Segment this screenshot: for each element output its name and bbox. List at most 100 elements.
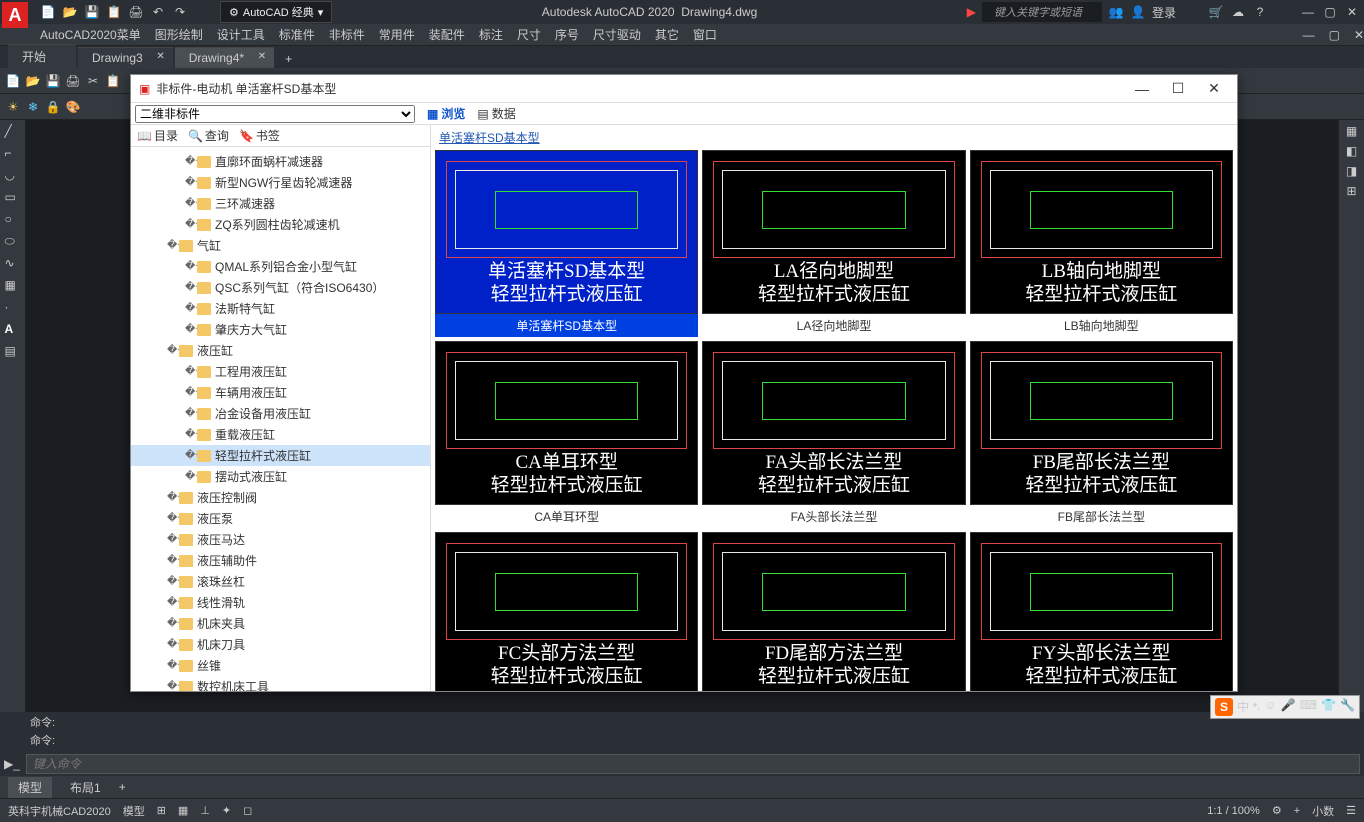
- menu-item[interactable]: 尺寸驱动: [593, 26, 641, 43]
- menu-item[interactable]: 装配件: [429, 26, 465, 43]
- tree-item[interactable]: �+液压辅助件: [131, 550, 430, 571]
- gallery-item[interactable]: FA头部长法兰型轻型拉杆式液压缸FA头部长法兰型: [702, 341, 965, 528]
- tree-item[interactable]: �+机床夹具: [131, 613, 430, 634]
- tree-item[interactable]: �+滚珠丝杠: [131, 571, 430, 592]
- doc-max-icon[interactable]: ▢: [1329, 28, 1340, 42]
- dialog-close-icon[interactable]: ✕: [1199, 80, 1229, 97]
- table-icon[interactable]: ▤: [5, 344, 21, 360]
- gear-icon[interactable]: ⚙: [1268, 802, 1286, 819]
- tool-icon[interactable]: 💾: [44, 72, 62, 90]
- close-icon[interactable]: ✕: [258, 51, 266, 62]
- category-dropdown[interactable]: 二维非标件: [135, 105, 415, 123]
- menu-item[interactable]: 窗口: [693, 26, 717, 43]
- tab-start[interactable]: 开始: [8, 44, 76, 68]
- tool-icon[interactable]: 🖨: [64, 72, 82, 90]
- command-input[interactable]: [26, 754, 1360, 774]
- help-icon[interactable]: ?: [1252, 4, 1268, 20]
- plus-icon[interactable]: +: [285, 52, 292, 66]
- ortho-icon[interactable]: ⊥: [196, 802, 214, 819]
- tree-item[interactable]: �+丝锥: [131, 655, 430, 676]
- tool-icon[interactable]: 📄: [4, 72, 22, 90]
- workspace-dropdown[interactable]: ⚙ AutoCAD 经典 ▾: [220, 1, 332, 23]
- tree-item[interactable]: �+直廓环面蜗杆减速器: [131, 151, 430, 172]
- tree-item[interactable]: �+车辆用液压缸: [131, 382, 430, 403]
- dialog-min-icon[interactable]: —: [1127, 81, 1157, 97]
- menu-item[interactable]: 设计工具: [217, 26, 265, 43]
- ellipse-icon[interactable]: ⬭: [5, 234, 21, 250]
- gallery-item[interactable]: 单活塞杆SD基本型轻型拉杆式液压缸单活塞杆SD基本型: [435, 150, 698, 337]
- arc-icon[interactable]: ◡: [5, 168, 21, 184]
- osnap-icon[interactable]: ◻: [239, 802, 256, 819]
- menu-icon[interactable]: ☰: [1342, 802, 1360, 819]
- spline-icon[interactable]: ∿: [5, 256, 21, 272]
- polyline-icon[interactable]: ⌐: [5, 146, 21, 162]
- app-logo[interactable]: A: [2, 2, 28, 28]
- model-tab[interactable]: 模型: [8, 777, 52, 798]
- tree-item[interactable]: �+机床刀具: [131, 634, 430, 655]
- search-tab[interactable]: 🔍 查询: [188, 127, 229, 144]
- ime-keyboard-icon[interactable]: ⌨: [1300, 698, 1317, 716]
- text-icon[interactable]: A: [5, 322, 21, 338]
- tool-icon[interactable]: ⊞: [1346, 184, 1356, 198]
- gallery-item[interactable]: FB尾部长法兰型轻型拉杆式液压缸FB尾部长法兰型: [970, 341, 1233, 528]
- tree-item[interactable]: �+液压控制阀: [131, 487, 430, 508]
- browse-tab[interactable]: ▦ 浏览: [427, 105, 465, 122]
- redo-icon[interactable]: ↷: [172, 4, 188, 20]
- tree-item[interactable]: �+肇庆方大气缸: [131, 319, 430, 340]
- max-icon[interactable]: ▢: [1322, 4, 1338, 20]
- gallery-item[interactable]: FC头部方法兰型轻型拉杆式液压缸FC头部方法兰型: [435, 532, 698, 691]
- circle-icon[interactable]: ○: [5, 212, 21, 228]
- ime-punct-icon[interactable]: •,: [1253, 698, 1261, 716]
- tool-icon[interactable]: ✂: [84, 72, 102, 90]
- snap-icon[interactable]: ▦: [174, 802, 192, 819]
- print-icon[interactable]: 🖨: [128, 4, 144, 20]
- gallery-item[interactable]: LB轴向地脚型轻型拉杆式液压缸LB轴向地脚型: [970, 150, 1233, 337]
- tool-icon[interactable]: ▦: [1346, 124, 1357, 138]
- tree-item[interactable]: �+工程用液压缸: [131, 361, 430, 382]
- tree-item[interactable]: �+ZQ系列圆柱齿轮减速机: [131, 214, 430, 235]
- menu-item[interactable]: 常用件: [379, 26, 415, 43]
- tool-icon[interactable]: 📋: [104, 72, 122, 90]
- menu-item[interactable]: 非标件: [329, 26, 365, 43]
- data-tab[interactable]: ▤ 数据: [477, 105, 515, 122]
- menu-item[interactable]: 其它: [655, 26, 679, 43]
- tree-item[interactable]: �+摆动式液压缸: [131, 466, 430, 487]
- menu-item[interactable]: 尺寸: [517, 26, 541, 43]
- grid-icon[interactable]: ⊞: [153, 802, 170, 819]
- status-space[interactable]: 模型: [119, 801, 149, 821]
- polar-icon[interactable]: ✦: [218, 802, 235, 819]
- menu-item[interactable]: 标准件: [279, 26, 315, 43]
- add-layout-icon[interactable]: +: [119, 780, 126, 794]
- catalog-tab[interactable]: 📖 目录: [137, 127, 178, 144]
- ime-bar[interactable]: S 中 •, ☺ 🎤 ⌨ 👕 🔧: [1210, 695, 1360, 719]
- ime-skin-icon[interactable]: 👕: [1321, 698, 1336, 716]
- layout-tab[interactable]: 布局1: [60, 777, 111, 798]
- tab-drawing4[interactable]: Drawing4*✕+: [175, 47, 274, 68]
- ime-emoji-icon[interactable]: ☺: [1265, 698, 1277, 716]
- open-icon[interactable]: 📂: [62, 4, 78, 20]
- gallery-item[interactable]: FD尾部方法兰型轻型拉杆式液压缸FD尾部方法兰型: [702, 532, 965, 691]
- tree-item[interactable]: �+三环减速器: [131, 193, 430, 214]
- tool-icon[interactable]: ◧: [1346, 144, 1357, 158]
- gallery-header[interactable]: 单活塞杆SD基本型: [431, 125, 1237, 150]
- doc-close-icon[interactable]: ✕: [1354, 28, 1364, 42]
- new-icon[interactable]: 📄: [40, 4, 56, 20]
- ime-tool-icon[interactable]: 🔧: [1340, 698, 1355, 716]
- tree-item[interactable]: �+重载液压缸: [131, 424, 430, 445]
- save-icon[interactable]: 💾: [84, 4, 100, 20]
- tree-item[interactable]: �+冶金设备用液压缸: [131, 403, 430, 424]
- ime-mic-icon[interactable]: 🎤: [1281, 698, 1296, 716]
- menu-item[interactable]: 标注: [479, 26, 503, 43]
- help-search[interactable]: 键入关键字或短语: [982, 2, 1102, 22]
- plus-icon[interactable]: +: [1290, 803, 1304, 819]
- tool-icon[interactable]: 📂: [24, 72, 42, 90]
- tool-icon[interactable]: ☀: [4, 98, 22, 116]
- ime-lang[interactable]: 中: [1237, 698, 1249, 716]
- tree-item[interactable]: �+QMAL系列铝合金小型气缸: [131, 256, 430, 277]
- rect-icon[interactable]: ▭: [5, 190, 21, 206]
- menu-item[interactable]: 序号: [555, 26, 579, 43]
- point-icon[interactable]: ·: [5, 300, 21, 316]
- gallery-item[interactable]: FY头部长法兰型轻型拉杆式液压缸FY头部长法兰型: [970, 532, 1233, 691]
- login-link[interactable]: 登录: [1152, 4, 1176, 21]
- tree-item[interactable]: �+数控机床工具: [131, 676, 430, 691]
